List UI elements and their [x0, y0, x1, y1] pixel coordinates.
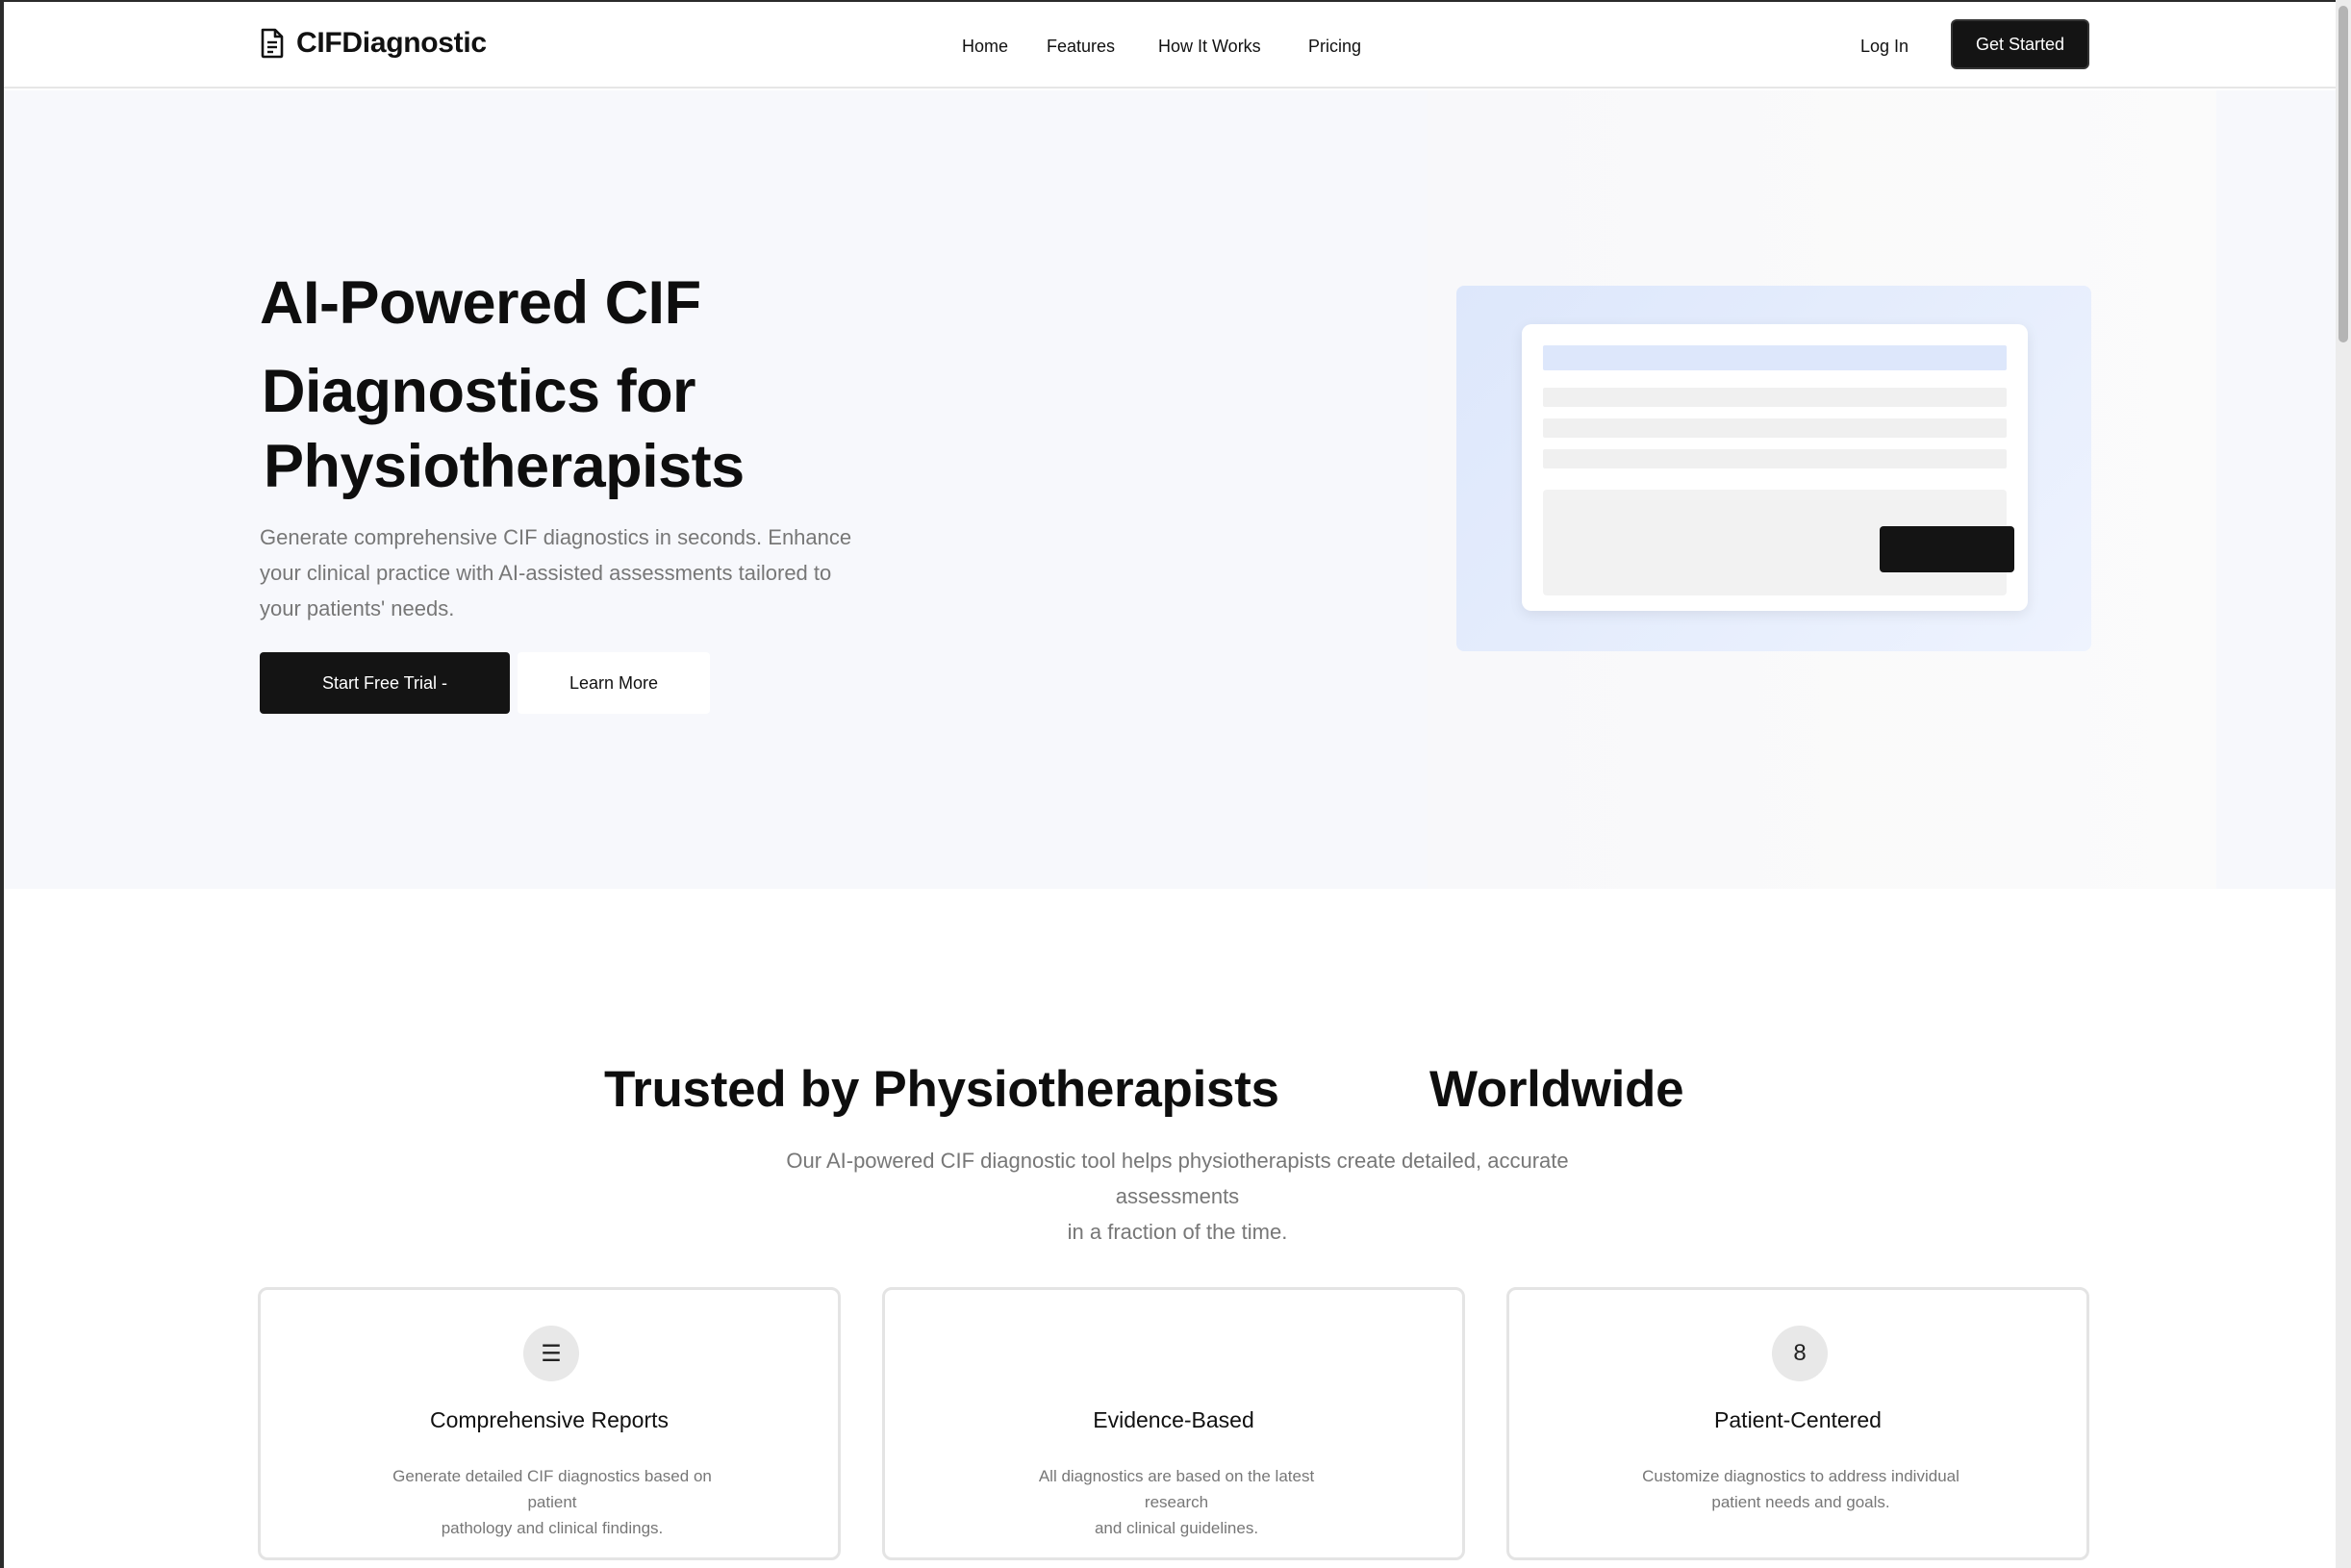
hero-subtitle: Generate comprehensive CIF diagnostics i…: [260, 519, 914, 626]
preview-line: [1543, 418, 2007, 438]
nav-how-it-works[interactable]: How It Works: [1158, 37, 1308, 57]
section-subtitle-line: assessments: [1115, 1184, 1240, 1208]
learn-more-button[interactable]: Learn More: [518, 652, 710, 714]
hero-title-line-3: Physiotherapists: [264, 433, 745, 500]
brand-logo[interactable]: CIFDiagnostic: [260, 27, 487, 60]
feature-description-line: Generate detailed CIF diagnostics based …: [392, 1467, 712, 1485]
hero-subtitle-line: your patients' needs.: [260, 596, 455, 620]
nav-home[interactable]: Home: [962, 37, 1047, 57]
preview-line: [1543, 449, 2007, 468]
page: CIFDiagnostic Home Features How It Works…: [4, 2, 2336, 1568]
main-nav: Home Features How It Works Pricing: [962, 37, 1395, 57]
feature-card-patient-centered: 8 Patient-Centered Customize diagnostics…: [1506, 1287, 2089, 1560]
nav-pricing[interactable]: Pricing: [1308, 37, 1395, 57]
section-title-part-2: Worldwide: [1429, 1061, 1684, 1118]
section-subtitle-line: Our AI-powered CIF diagnostic tool helps…: [786, 1149, 1569, 1173]
feature-title: Evidence-Based: [1093, 1407, 1254, 1432]
feature-title: Comprehensive Reports: [429, 1407, 669, 1432]
preview-header-bar: [1543, 345, 2007, 370]
feature-description-line: All diagnostics are based on the latest: [1038, 1467, 1315, 1485]
feature-card-evidence-based: Evidence-Based All diagnostics are based…: [882, 1287, 1465, 1560]
feature-description-line: pathology and clinical findings.: [441, 1519, 664, 1537]
preview-panel: [1543, 490, 2014, 595]
hero-title-line-1: AI-Powered CIF: [260, 269, 701, 337]
feature-description-line: research: [1144, 1493, 1209, 1511]
feature-description-line: patient needs and goals.: [1711, 1493, 1890, 1511]
hero-title-line-2: Diagnostics for: [262, 358, 696, 425]
preview-button: [1880, 526, 2014, 572]
app-preview-illustration: [1456, 286, 2091, 651]
feature-title: Patient-Centered: [1714, 1407, 1882, 1432]
preview-line: [1543, 388, 2007, 407]
preview-card: [1522, 324, 2028, 611]
document-icon: [261, 28, 284, 59]
get-started-button[interactable]: Get Started: [1951, 19, 2089, 69]
site-header: CIFDiagnostic Home Features How It Works…: [4, 2, 2336, 89]
feature-description-line: patient: [527, 1493, 577, 1511]
feature-description-line: Customize diagnostics to address individ…: [1642, 1467, 1959, 1485]
start-free-trial-button[interactable]: Start Free Trial -: [260, 652, 510, 714]
feature-description: Customize diagnostics to address individ…: [1605, 1463, 1996, 1515]
report-list-icon: ☰: [523, 1326, 579, 1381]
patient-icon: 8: [1772, 1326, 1828, 1381]
section-subtitle-line: in a fraction of the time.: [1067, 1220, 1288, 1244]
section-title-part-1: Trusted by Physiotherapists: [604, 1061, 1279, 1118]
section-subtitle: Our AI-powered CIF diagnostic tool helps…: [735, 1143, 1620, 1250]
scrollbar-thumb[interactable]: [2338, 6, 2348, 342]
feature-description: All diagnostics are based on the latest …: [981, 1463, 1372, 1541]
feature-description: Generate detailed CIF diagnostics based …: [357, 1463, 747, 1541]
feature-description-line: and clinical guidelines.: [1094, 1519, 1259, 1537]
login-button[interactable]: Log In: [1860, 37, 1909, 57]
brand-name: CIFDiagnostic: [296, 27, 487, 59]
page-scrollbar[interactable]: [2336, 0, 2351, 1568]
hero-subtitle-line: your clinical practice with AI-assisted …: [260, 561, 832, 585]
feature-card-comprehensive-reports: ☰ Comprehensive Reports Generate detaile…: [258, 1287, 841, 1560]
hero-subtitle-line: Generate comprehensive CIF diagnostics i…: [260, 525, 852, 549]
nav-features[interactable]: Features: [1047, 37, 1158, 57]
